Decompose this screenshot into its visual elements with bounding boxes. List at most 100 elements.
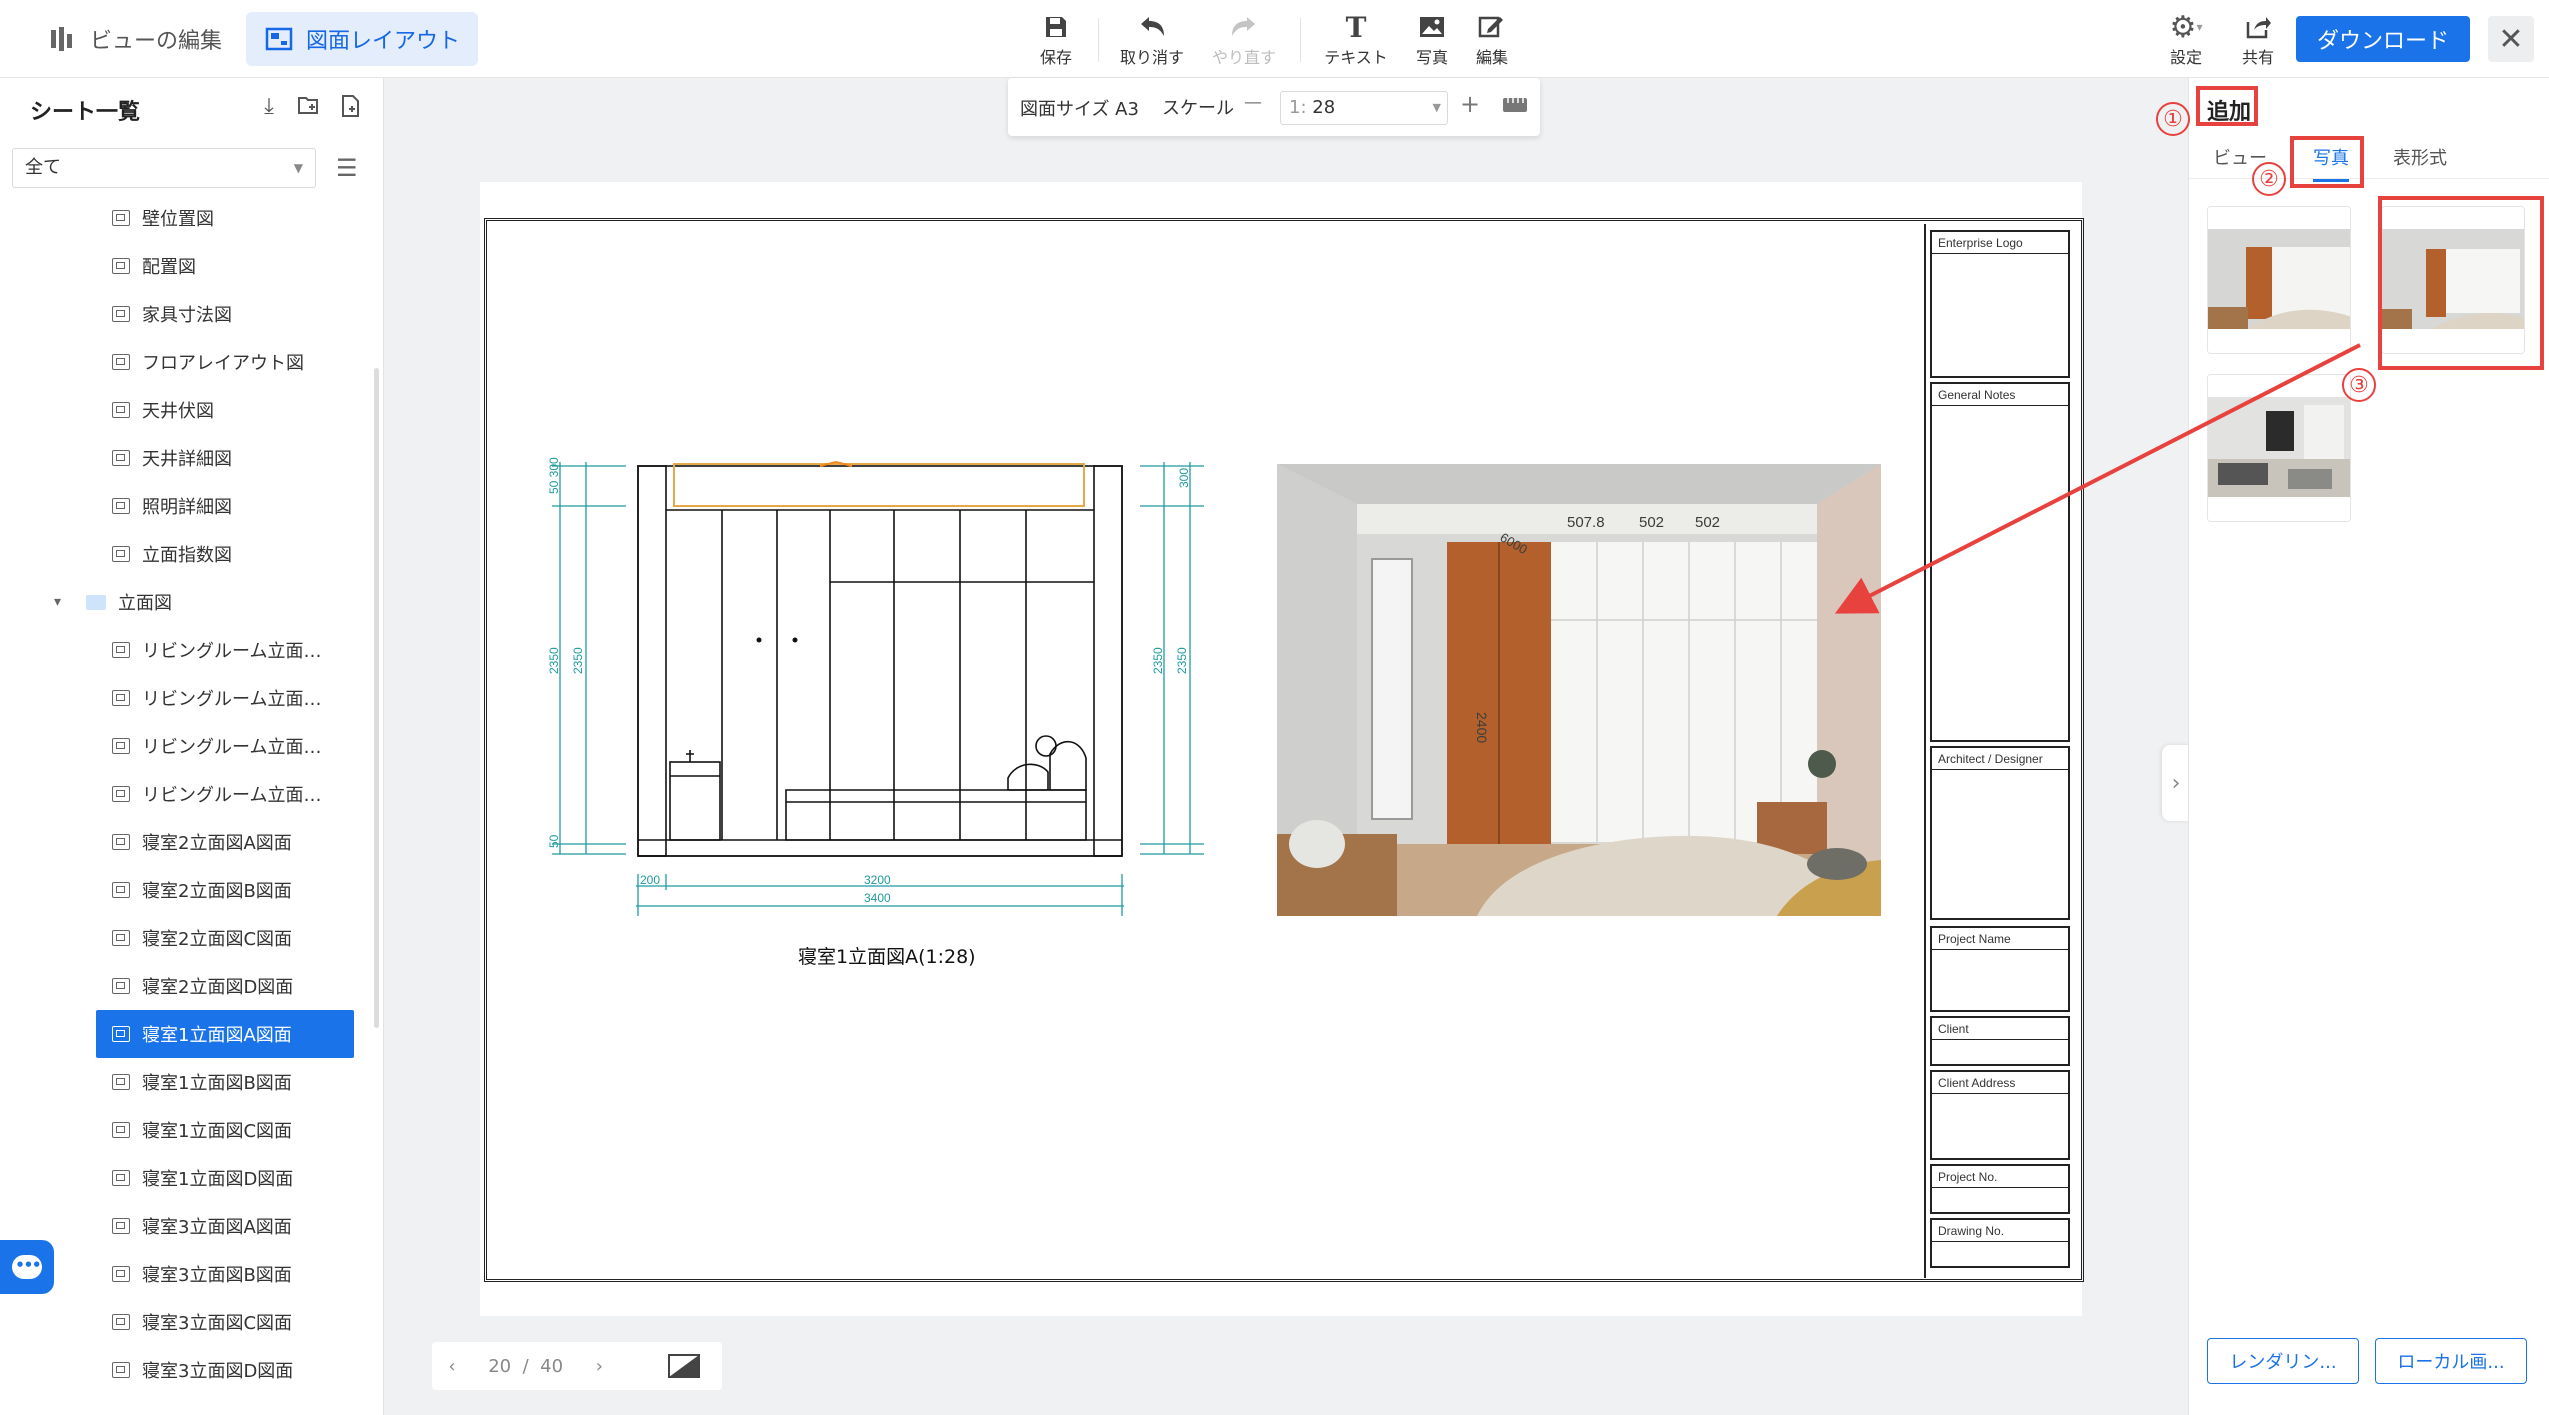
- dim-bottom-b: 3400: [864, 891, 891, 905]
- room-render-photo[interactable]: 507.8 502 502 6000 2400: [1277, 464, 1881, 916]
- scale-input[interactable]: 1: 28 ▼: [1280, 91, 1448, 125]
- dim-left-bottom: 50: [547, 834, 561, 848]
- scale-decrease-button[interactable]: —: [1244, 92, 1262, 113]
- sheet-filter-value: 全て: [25, 157, 61, 178]
- tree-sheet-item[interactable]: 寝室2立面図B図面: [112, 866, 292, 914]
- share-button[interactable]: 共有: [2218, 10, 2298, 68]
- save-icon: [1046, 17, 1066, 37]
- text-tool-button[interactable]: T テキスト: [1316, 10, 1396, 68]
- undo-button[interactable]: 取り消す: [1112, 10, 1192, 68]
- title-block-project-no[interactable]: Project No.: [1930, 1164, 2070, 1214]
- title-block-enterprise-logo[interactable]: Enterprise Logo: [1930, 230, 2070, 378]
- tree-sheet-item[interactable]: 寝室3立面図B図面: [112, 1250, 292, 1298]
- total-pages: 40: [540, 1355, 564, 1377]
- tree-sheet-item[interactable]: 寝室1立面図D図面: [112, 1154, 293, 1202]
- ruler-icon[interactable]: [1502, 94, 1528, 121]
- title-block-client[interactable]: Client: [1930, 1016, 2070, 1066]
- tree-sheet-item[interactable]: 寝室3立面図D図面: [112, 1346, 293, 1394]
- dim-bottom-a: 3200: [864, 873, 891, 887]
- save-button[interactable]: 保存: [1016, 10, 1096, 68]
- scale-prefix: 1:: [1289, 97, 1307, 118]
- sheet-icon: [112, 786, 130, 802]
- scale-label: スケール: [1162, 98, 1234, 119]
- tree-sheet-item[interactable]: 照明詳細図: [112, 482, 232, 530]
- drawing-layout-mode-button[interactable]: 図面レイアウト: [246, 12, 479, 66]
- title-block-architect[interactable]: Architect / Designer: [1930, 746, 2070, 920]
- tree-sheet-item[interactable]: リビングルーム立面…: [112, 674, 321, 722]
- drawing-caption: 寝室1立面図A(1:28): [798, 946, 976, 968]
- edit-tool-button[interactable]: 編集: [1452, 10, 1532, 68]
- settings-button[interactable]: ⚙ ▾ 設定: [2146, 10, 2226, 68]
- tree-sheet-item[interactable]: 寝室1立面図A図面: [96, 1010, 354, 1058]
- edit-view-mode-button[interactable]: ビューの編集: [30, 12, 240, 66]
- sheet-list-scrollbar[interactable]: [374, 368, 379, 1028]
- redo-button[interactable]: やり直す: [1204, 10, 1284, 68]
- sheet-filter-select[interactable]: 全て ▼: [12, 148, 316, 188]
- tree-sheet-item[interactable]: フロアレイアウト図: [112, 338, 304, 386]
- render-image-button[interactable]: レンダリン...: [2207, 1338, 2359, 1384]
- tree-sheet-item[interactable]: 寝室2立面図A図面: [112, 818, 292, 866]
- current-page[interactable]: 20: [488, 1356, 511, 1377]
- tree-sheet-item[interactable]: リビングルーム立面…: [112, 722, 321, 770]
- edit-view-mode-label: ビューの編集: [90, 29, 223, 54]
- add-sheet-icon[interactable]: [338, 94, 364, 120]
- share-label: 共有: [2241, 48, 2274, 67]
- tree-sheet-item[interactable]: 寝室1立面図C図面: [112, 1106, 292, 1154]
- tree-sheet-item[interactable]: 立面指数図: [112, 530, 232, 578]
- elevation-drawing[interactable]: 50 300 2350 2350 50 300 2350 2350 200 32…: [540, 454, 1210, 924]
- tree-sheet-item[interactable]: 寝室2立面図C図面: [112, 914, 292, 962]
- sheet-size-label[interactable]: 図面サイズ A3: [1020, 95, 1139, 121]
- tree-sheet-item[interactable]: 家具寸法図: [112, 290, 232, 338]
- download-button[interactable]: ダウンロード: [2296, 16, 2470, 62]
- tab-table[interactable]: 表形式: [2393, 144, 2447, 170]
- tree-item-label: 寝室2立面図D図面: [142, 977, 294, 998]
- tree-sheet-item[interactable]: 壁位置図: [112, 194, 214, 242]
- chevron-down-icon[interactable]: ▾: [54, 594, 74, 610]
- sheet-icon: [112, 1362, 130, 1378]
- tree-item-label: リビングルーム立面…: [142, 641, 322, 662]
- undo-icon: [1141, 17, 1164, 36]
- tab-divider: [2189, 178, 2549, 179]
- list-view-icon[interactable]: ☰: [336, 154, 358, 182]
- photo-thumbnail-1[interactable]: [2207, 206, 2351, 354]
- title-block-client-address[interactable]: Client Address: [1930, 1070, 2070, 1160]
- scale-increase-button[interactable]: +: [1460, 90, 1480, 118]
- title-block-project-name[interactable]: Project Name: [1930, 926, 2070, 1012]
- drawing-sheet[interactable]: 50 300 2350 2350 50 300 2350 2350 200 32…: [480, 182, 2084, 1316]
- title-block-general-notes[interactable]: General Notes: [1930, 382, 2070, 742]
- tree-sheet-item[interactable]: 寝室1立面図B図面: [112, 1058, 292, 1106]
- drawing-layout-mode-label: 図面レイアウト: [306, 29, 461, 54]
- photo-thumbnail-3[interactable]: [2207, 374, 2351, 522]
- chevron-right-icon[interactable]: ›: [596, 1356, 603, 1377]
- image-icon: [1420, 17, 1444, 37]
- edit-tool-label: 編集: [1475, 48, 1508, 67]
- chevron-left-icon[interactable]: ‹: [448, 1356, 455, 1377]
- local-image-button[interactable]: ローカル画...: [2375, 1338, 2527, 1384]
- view-toggle-button[interactable]: [646, 1342, 722, 1390]
- tree-sheet-item[interactable]: 寝室3立面図C図面: [112, 1298, 292, 1346]
- tree-item-label: 立面図: [118, 593, 172, 614]
- sheet-icon: [112, 1074, 130, 1090]
- tree-sheet-item[interactable]: 天井伏図: [112, 386, 214, 434]
- chat-bubble-icon: [12, 1255, 42, 1279]
- tree-item-label: 寝室2立面図B図面: [142, 881, 292, 902]
- tree-sheet-item[interactable]: 寝室2立面図D図面: [112, 962, 293, 1010]
- save-label: 保存: [1039, 48, 1072, 67]
- title-block-drawing-no[interactable]: Drawing No.: [1930, 1218, 2070, 1268]
- download-sheet-icon[interactable]: ⤓: [256, 94, 282, 120]
- tree-sheet-item[interactable]: 寝室3立面図A図面: [112, 1202, 292, 1250]
- tree-item-label: 寝室2立面図C図面: [142, 929, 293, 950]
- page-separator: /: [522, 1355, 529, 1377]
- tree-sheet-item[interactable]: 天井詳細図: [112, 434, 232, 482]
- add-folder-icon[interactable]: [296, 94, 322, 120]
- tree-item-label: 寝室3立面図D図面: [142, 1361, 294, 1382]
- tree-sheet-item[interactable]: リビングルーム立面…: [112, 626, 321, 674]
- close-button[interactable]: ✕: [2488, 16, 2534, 62]
- panel-collapse-tab[interactable]: ›: [2162, 745, 2190, 821]
- tree-sheet-item[interactable]: リビングルーム立面…: [112, 770, 321, 818]
- tree-item-label: 寝室1立面図B図面: [142, 1073, 292, 1094]
- tree-sheet-item[interactable]: 配置図: [112, 242, 196, 290]
- sheet-icon: [112, 450, 130, 466]
- chat-support-button[interactable]: [0, 1240, 54, 1294]
- tree-folder[interactable]: ▾ 立面図: [54, 578, 172, 626]
